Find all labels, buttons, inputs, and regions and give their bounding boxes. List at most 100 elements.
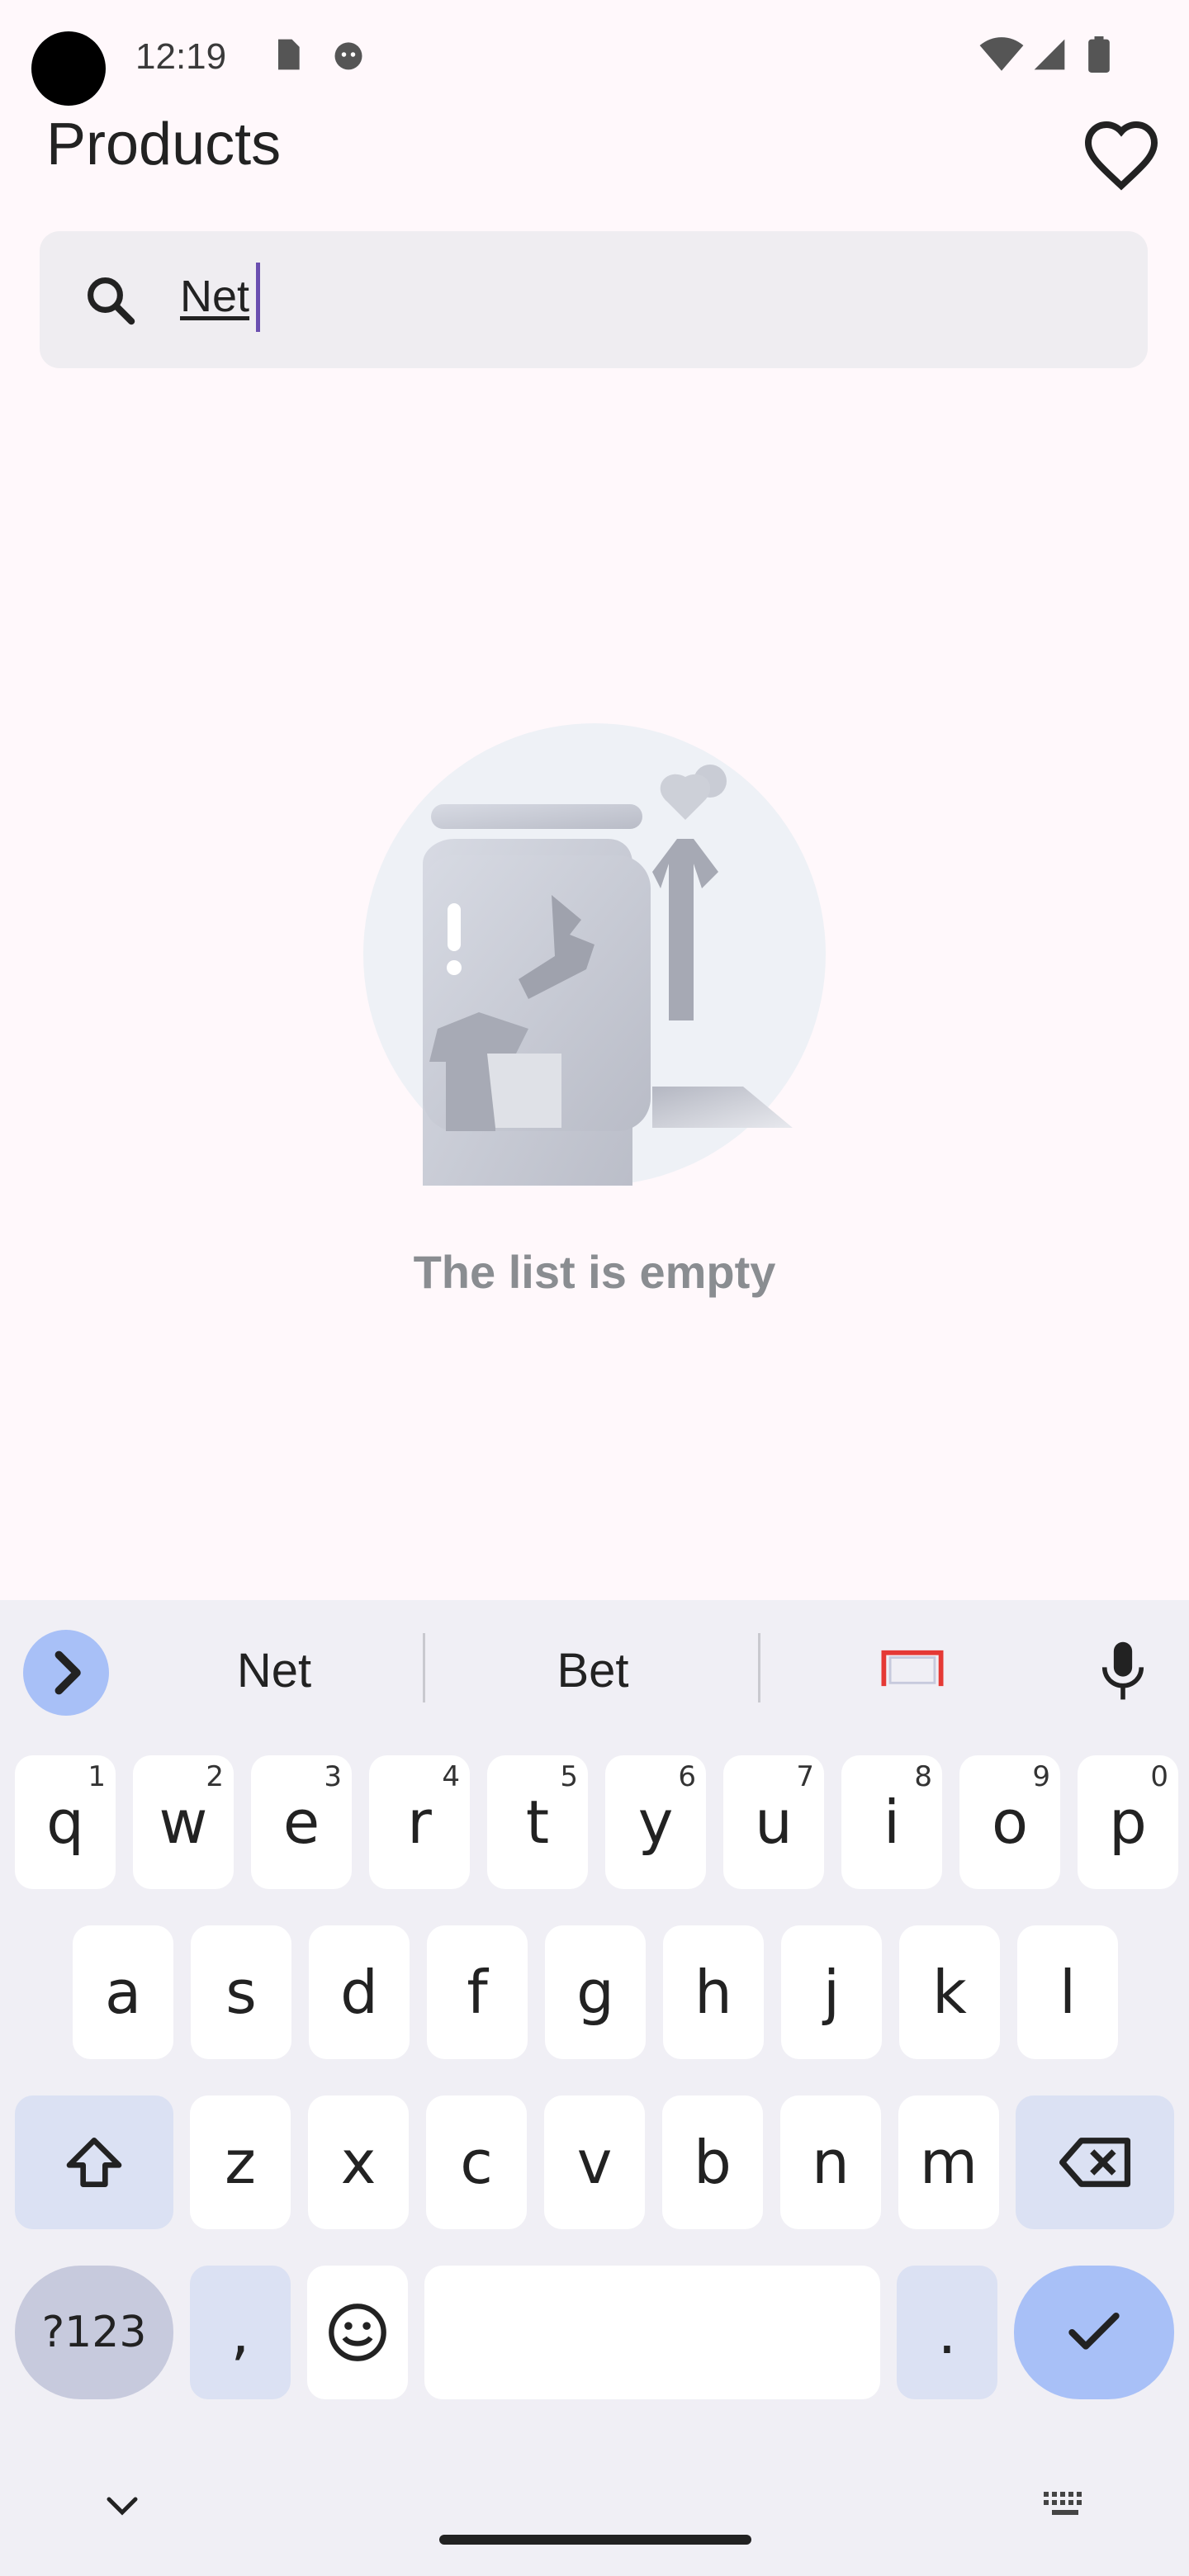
suggestion-divider	[423, 1633, 425, 1702]
done-key[interactable]	[1014, 2266, 1174, 2399]
empty-list-illustration	[363, 723, 826, 1186]
search-icon	[88, 277, 135, 325]
key-g[interactable]: g	[545, 1925, 646, 2059]
key-t[interactable]: t5	[487, 1755, 588, 1889]
empty-state-message: The list is empty	[413, 1246, 776, 1298]
key-j[interactable]: j	[781, 1925, 882, 2059]
backspace-icon	[1059, 2138, 1131, 2187]
microphone-icon[interactable]	[1100, 1640, 1146, 1704]
on-screen-keyboard	[0, 1600, 1189, 2576]
gesture-navigation-handle[interactable]	[439, 2535, 751, 2545]
space-key[interactable]	[424, 2266, 880, 2399]
key-r[interactable]: r4	[369, 1755, 470, 1889]
key-h-label: h	[694, 1958, 732, 2027]
backspace-key[interactable]	[1016, 2095, 1174, 2229]
wifi-icon	[979, 37, 1024, 71]
goal-net-emoji-icon[interactable]	[880, 1648, 945, 1689]
key-d[interactable]: d	[309, 1925, 410, 2059]
key-v[interactable]: v	[544, 2095, 645, 2229]
key-h[interactable]: h	[663, 1925, 764, 2059]
key-i-label: i	[883, 1788, 900, 1857]
toolbar-expand-button[interactable]	[23, 1630, 109, 1716]
key-y[interactable]: y6	[605, 1755, 706, 1889]
key-q-number-hint: 1	[88, 1760, 106, 1793]
shift-key[interactable]	[15, 2095, 173, 2229]
key-n[interactable]: n	[780, 2095, 881, 2229]
key-n-label: n	[812, 2128, 850, 2197]
favorites-heart-icon[interactable]	[1082, 117, 1161, 192]
checkmark-icon	[1068, 2313, 1120, 2350]
key-a-label: a	[104, 1958, 142, 2027]
key-y-number-hint: 6	[678, 1760, 696, 1793]
key-d-label: d	[340, 1958, 378, 2027]
key-i-number-hint: 8	[914, 1760, 932, 1793]
key-c-label: c	[460, 2128, 493, 2197]
search-input[interactable]: Net	[180, 271, 249, 322]
key-p-number-hint: 0	[1150, 1760, 1168, 1793]
key-y-label: y	[637, 1788, 674, 1857]
page-title: Products	[46, 111, 282, 178]
key-f[interactable]: f	[427, 1925, 528, 2059]
suggestion-1[interactable]: Net	[142, 1643, 406, 1698]
battery-icon	[1088, 36, 1110, 73]
key-j-label: j	[822, 1958, 840, 2027]
key-w-number-hint: 2	[206, 1760, 224, 1793]
key-s[interactable]: s	[191, 1925, 291, 2059]
keyboard-switch-icon[interactable]	[1042, 2490, 1088, 2520]
key-l[interactable]: l	[1017, 1925, 1118, 2059]
emoji-key[interactable]	[307, 2266, 408, 2399]
key-r-number-hint: 4	[442, 1760, 460, 1793]
period-key[interactable]: .	[897, 2266, 997, 2399]
key-k[interactable]: k	[899, 1925, 1000, 2059]
key-q-label: q	[46, 1788, 84, 1857]
comma-key[interactable]: ,	[190, 2266, 291, 2399]
key-u[interactable]: u7	[723, 1755, 824, 1889]
key-p[interactable]: p0	[1078, 1755, 1178, 1889]
key-q[interactable]: q1	[15, 1755, 116, 1889]
key-u-number-hint: 7	[796, 1760, 814, 1793]
android-icon	[334, 42, 362, 70]
signal-icon	[1034, 39, 1065, 70]
key-i[interactable]: i8	[841, 1755, 942, 1889]
shift-icon	[66, 2138, 122, 2187]
key-m-label: m	[919, 2128, 978, 2197]
key-x[interactable]: x	[308, 2095, 409, 2229]
key-a[interactable]: a	[73, 1925, 173, 2059]
key-x-label: x	[340, 2128, 377, 2197]
key-e[interactable]: e3	[251, 1755, 352, 1889]
front-camera	[31, 31, 106, 106]
key-b[interactable]: b	[662, 2095, 763, 2229]
key-k-label: k	[932, 1958, 967, 2027]
key-u-label: u	[755, 1788, 793, 1857]
key-c[interactable]: c	[426, 2095, 527, 2229]
chevron-right-icon	[54, 1650, 81, 1695]
key-t-number-hint: 5	[560, 1760, 578, 1793]
key-t-label: t	[525, 1788, 550, 1857]
key-o-number-hint: 9	[1032, 1760, 1050, 1793]
key-b-label: b	[694, 2128, 732, 2197]
sd-card-icon	[278, 39, 300, 70]
key-r-label: r	[407, 1788, 432, 1857]
key-w-label: w	[159, 1788, 208, 1857]
emoji-icon	[329, 2304, 386, 2361]
key-z[interactable]: z	[190, 2095, 291, 2229]
key-w[interactable]: w2	[133, 1755, 234, 1889]
key-z-label: z	[225, 2128, 256, 2197]
hide-keyboard-chevron-icon[interactable]	[102, 2493, 142, 2518]
key-e-number-hint: 3	[324, 1760, 342, 1793]
key-l-label: l	[1059, 1958, 1076, 2027]
suggestion-2[interactable]: Bet	[461, 1643, 725, 1698]
key-o-label: o	[991, 1788, 1029, 1857]
key-v-label: v	[576, 2128, 613, 2197]
key-p-label: p	[1109, 1788, 1147, 1857]
key-f-label: f	[467, 1958, 488, 2027]
symbols-key[interactable]: ?123	[15, 2266, 173, 2399]
key-g-label: g	[576, 1958, 614, 2027]
suggestion-divider	[758, 1633, 760, 1702]
key-m[interactable]: m	[898, 2095, 999, 2229]
key-o[interactable]: o9	[959, 1755, 1060, 1889]
text-cursor	[256, 263, 260, 332]
key-s-label: s	[225, 1958, 257, 2027]
status-time: 12:19	[135, 36, 227, 77]
key-e-label: e	[282, 1788, 320, 1857]
